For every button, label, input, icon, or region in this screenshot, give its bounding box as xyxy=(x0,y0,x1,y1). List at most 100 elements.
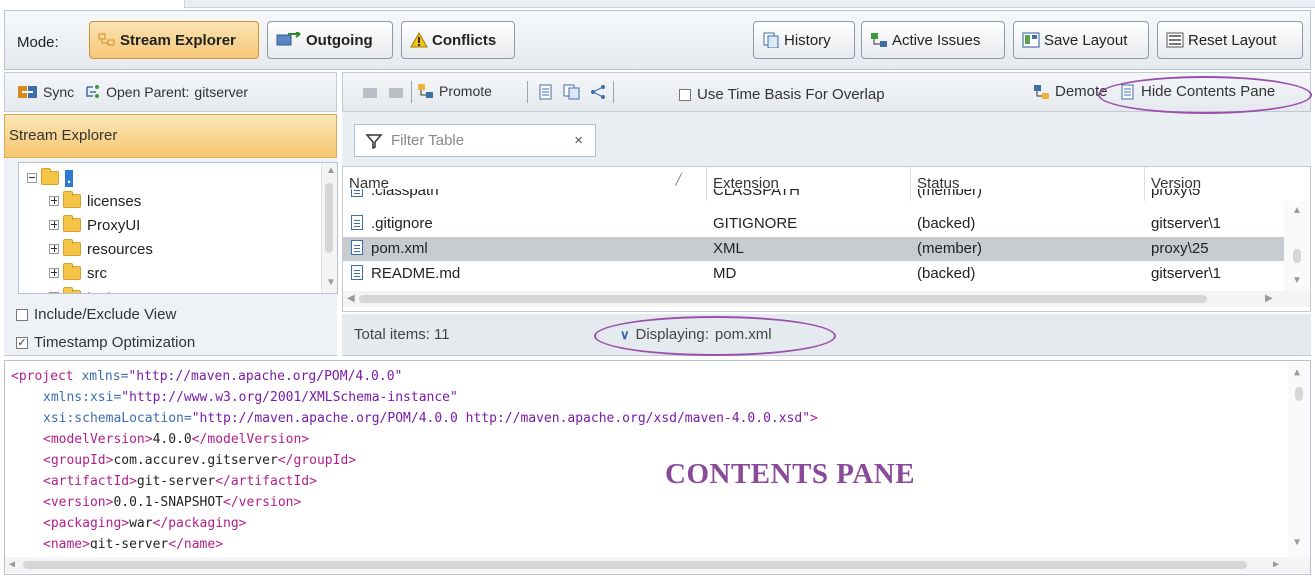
reset-layout-label: Reset Layout xyxy=(1188,31,1277,49)
xml-tag: <project xyxy=(11,369,74,384)
stream-icon-disabled-1[interactable] xyxy=(361,85,379,101)
sync-button[interactable]: Sync xyxy=(17,84,74,100)
table-row[interactable]: README.md MD (backed) gitserver\1 xyxy=(343,262,1285,286)
tree-scrollbar[interactable]: ▲ ▼ xyxy=(321,163,337,293)
table-hscroll-thumb[interactable] xyxy=(359,295,1207,303)
row-extension: XML xyxy=(713,240,744,257)
active-issues-button[interactable]: Active Issues xyxy=(861,21,1005,59)
table-row[interactable]: .classpath CLASSPATH (member) proxy\5 xyxy=(343,189,1285,203)
folder-icon xyxy=(63,239,81,256)
row-name: README.md xyxy=(371,265,461,282)
row-status: (member) xyxy=(917,240,983,257)
annotation-oval xyxy=(594,316,836,356)
expand-icon[interactable] xyxy=(49,268,59,278)
timestamp-checkbox[interactable]: ✓ xyxy=(16,336,28,349)
tree-item-licenses[interactable]: licenses xyxy=(49,189,141,213)
include-exclude-option[interactable]: Include/Exclude View xyxy=(16,306,176,323)
copy-icon[interactable] xyxy=(563,84,581,100)
xml-tag: </groupId> xyxy=(277,453,357,468)
conflicts-mode-button[interactable]: Conflicts xyxy=(401,21,515,59)
file-icon xyxy=(351,265,363,280)
timestamp-option[interactable]: ✓ Timestamp Optimization xyxy=(16,334,195,351)
history-label: History xyxy=(784,31,831,49)
contents-vscroll-thumb[interactable] xyxy=(1295,387,1303,401)
warning-icon xyxy=(410,31,428,48)
tree-item-test[interactable]: test xyxy=(49,285,111,293)
folder-icon xyxy=(63,215,81,232)
expand-icon[interactable] xyxy=(49,220,59,230)
outgoing-mode-button[interactable]: Outgoing xyxy=(267,21,393,59)
filter-clear-icon[interactable]: × xyxy=(574,132,583,149)
tree-item-resources[interactable]: resources xyxy=(49,237,153,261)
code-line: <packaging>war</packaging> xyxy=(43,516,247,531)
filter-table-input[interactable]: Filter Table × xyxy=(354,124,596,157)
scroll-up-icon[interactable]: ▲ xyxy=(1292,205,1302,216)
row-status: (backed) xyxy=(917,215,976,232)
expand-icon[interactable] xyxy=(49,292,59,293)
table-row[interactable]: .gitignore GITIGNORE (backed) gitserver\… xyxy=(343,212,1285,236)
demote-button[interactable]: Demote xyxy=(1033,83,1108,100)
window-tab[interactable] xyxy=(0,0,185,8)
row-version: gitserver\1 xyxy=(1151,265,1222,282)
scroll-left-icon[interactable]: ◀ xyxy=(9,559,15,570)
parent-stream-name: gitserver xyxy=(194,84,249,100)
xml-tag: </packaging> xyxy=(152,516,247,531)
folder-icon xyxy=(41,168,59,185)
save-layout-icon xyxy=(1022,32,1040,48)
document-icon[interactable] xyxy=(537,84,555,100)
scroll-right-icon[interactable]: ▶ xyxy=(1273,559,1279,570)
stream-explorer-mode-button[interactable]: Stream Explorer xyxy=(89,21,259,59)
xml-text: git-server xyxy=(89,537,169,549)
promote-icon xyxy=(417,83,435,99)
sort-icon: ╱ xyxy=(675,174,682,186)
table-vscrollbar[interactable]: ▲ ▼ xyxy=(1284,201,1310,291)
use-time-basis-option[interactable]: Use Time Basis For Overlap xyxy=(679,86,885,103)
scroll-down-icon[interactable]: ▼ xyxy=(1292,275,1302,286)
scroll-up-icon[interactable]: ▲ xyxy=(326,165,336,176)
tree-item-src[interactable]: src xyxy=(49,261,107,285)
tree-item-proxyui[interactable]: ProxyUI xyxy=(49,213,140,237)
active-issues-label: Active Issues xyxy=(892,31,981,49)
scroll-left-icon[interactable]: ◀ xyxy=(347,293,355,304)
code-line: <modelVersion>4.0.0</modelVersion> xyxy=(43,432,309,447)
xml-tag: <artifactId> xyxy=(43,474,137,489)
expand-icon[interactable] xyxy=(49,196,59,206)
reset-layout-button[interactable]: Reset Layout xyxy=(1157,21,1303,59)
annotation-oval xyxy=(1098,76,1312,114)
stream-icon-disabled-2[interactable] xyxy=(387,85,405,101)
scroll-right-icon[interactable]: ▶ xyxy=(1265,293,1273,304)
scroll-down-icon[interactable]: ▼ xyxy=(326,277,336,288)
table-row-selected[interactable]: pom.xml XML (member) proxy\25 xyxy=(343,237,1285,261)
xml-tag: <modelVersion> xyxy=(43,432,153,447)
use-time-basis-checkbox[interactable] xyxy=(679,88,691,101)
contents-pane[interactable]: <project xmlns="http://maven.apache.org/… xyxy=(4,360,1311,575)
stream-tree[interactable]: . licenses ProxyUI resources src test xyxy=(18,162,338,294)
scroll-up-icon[interactable]: ▲ xyxy=(1294,367,1300,378)
contents-vscrollbar[interactable]: ▲ ▼ xyxy=(1288,361,1310,557)
row-version: proxy\25 xyxy=(1151,240,1209,257)
row-name-cell: pom.xml xyxy=(351,240,428,257)
promote-button[interactable]: Promote xyxy=(417,83,492,99)
include-exclude-checkbox[interactable] xyxy=(16,308,28,321)
code-line: <version>0.0.1-SNAPSHOT</version> xyxy=(43,495,301,510)
table-vscroll-thumb[interactable] xyxy=(1293,249,1301,263)
history-icon xyxy=(762,32,780,49)
collapse-icon[interactable] xyxy=(27,173,37,183)
xml-tag: <groupId> xyxy=(43,453,114,468)
scroll-down-icon[interactable]: ▼ xyxy=(1294,537,1300,548)
toolbar-separator xyxy=(613,81,614,103)
code-line: <groupId>com.accurev.gitserver</groupId> xyxy=(43,453,356,468)
save-layout-button[interactable]: Save Layout xyxy=(1013,21,1149,59)
tree-root-row[interactable]: . xyxy=(27,166,74,190)
share-icon[interactable] xyxy=(589,84,607,100)
contents-hscrollbar[interactable]: ◀ ▶ xyxy=(5,557,1310,573)
open-parent-button[interactable]: Open Parent: gitserver xyxy=(84,84,248,100)
history-button[interactable]: History xyxy=(753,21,855,59)
outgoing-icon xyxy=(276,31,302,48)
sync-icon xyxy=(17,84,39,100)
expand-icon[interactable] xyxy=(49,244,59,254)
contents-hscroll-thumb[interactable] xyxy=(23,561,1247,569)
table-hscrollbar[interactable]: ◀ ▶ xyxy=(343,291,1310,307)
xml-value: "http://maven.apache.org/POM/4.0.0" xyxy=(128,369,403,384)
tree-scroll-thumb[interactable] xyxy=(325,183,333,253)
